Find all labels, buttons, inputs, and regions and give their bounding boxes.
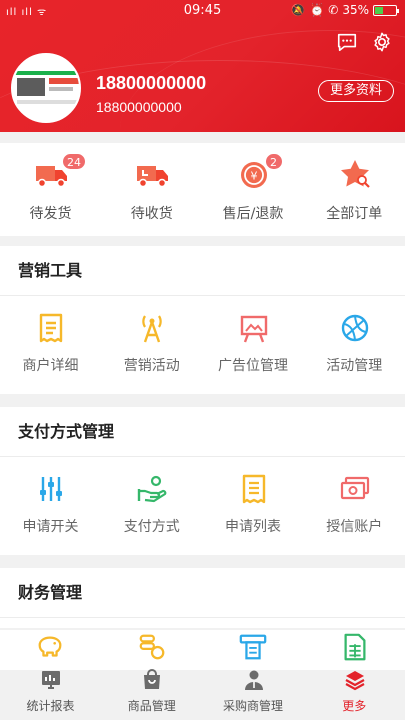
svg-text:¥: ¥ bbox=[250, 170, 257, 183]
document-icon bbox=[39, 313, 63, 343]
battery-icon bbox=[373, 4, 399, 16]
order-label: 待发货 bbox=[29, 206, 72, 222]
layers-icon bbox=[345, 671, 365, 691]
billboard-icon bbox=[240, 315, 267, 343]
piggy-bank-icon[interactable] bbox=[35, 632, 65, 662]
order-status-bar: 24 待发货 待收货 ¥ 2 售后/退款 全部订单 bbox=[0, 143, 405, 236]
menu-label: 营销活动 bbox=[123, 358, 180, 374]
user-phone: 18800000000 bbox=[96, 99, 182, 115]
status-bar: ıll ıll ᯤ 09:45 🔕 ⏰ ✆ 35% bbox=[0, 0, 405, 22]
sliders-icon bbox=[40, 477, 62, 501]
basketball-icon bbox=[341, 314, 368, 342]
star-search-icon bbox=[340, 160, 370, 188]
menu-label: 授信账户 bbox=[326, 519, 383, 535]
marketing-section: 营销工具 商户详细 营销活动 广告位管理 活动管理 bbox=[0, 246, 405, 394]
section-title: 财务管理 bbox=[0, 568, 405, 618]
finance-section: 财务管理 bbox=[0, 568, 405, 628]
order-badge: 24 bbox=[62, 153, 86, 170]
menu-marketing-activity[interactable]: 营销活动 bbox=[101, 296, 202, 394]
message-icon[interactable] bbox=[336, 31, 358, 53]
battery-percent: 35% bbox=[342, 3, 369, 17]
person-icon bbox=[244, 670, 263, 690]
order-refund[interactable]: ¥ 2 售后/退款 bbox=[203, 143, 304, 236]
report-icon bbox=[42, 671, 60, 689]
cash-icon bbox=[340, 476, 369, 500]
username: 18800000000 bbox=[96, 73, 207, 93]
status-icons: 🔕 ⏰ ✆ bbox=[290, 3, 339, 17]
tab-buyers[interactable]: 采购商管理 bbox=[203, 664, 304, 720]
menu-apply-list[interactable]: 申请列表 bbox=[203, 457, 304, 555]
order-label: 售后/退款 bbox=[222, 206, 284, 222]
order-all[interactable]: 全部订单 bbox=[304, 143, 405, 236]
order-badge: 2 bbox=[264, 153, 283, 170]
menu-label: 活动管理 bbox=[326, 358, 383, 374]
section-title: 营销工具 bbox=[0, 246, 405, 296]
menu-apply-switch[interactable]: 申请开关 bbox=[0, 457, 101, 555]
coins-icon[interactable] bbox=[137, 632, 167, 662]
tab-label: 商品管理 bbox=[127, 699, 176, 713]
bottom-navigation: 统计报表 商品管理 采购商管理 更多 bbox=[0, 664, 405, 720]
menu-label: 申请列表 bbox=[225, 519, 281, 535]
menu-label: 广告位管理 bbox=[218, 358, 288, 374]
atm-icon[interactable] bbox=[238, 632, 268, 662]
menu-credit-account[interactable]: 授信账户 bbox=[304, 457, 405, 555]
tab-products[interactable]: 商品管理 bbox=[101, 664, 202, 720]
tab-more[interactable]: 更多 bbox=[304, 664, 405, 720]
avatar[interactable] bbox=[11, 53, 81, 123]
spreadsheet-icon[interactable] bbox=[340, 632, 370, 662]
signal-tower-icon bbox=[142, 315, 162, 343]
tab-statistics[interactable]: 统计报表 bbox=[0, 664, 101, 720]
menu-label: 支付方式 bbox=[123, 519, 180, 535]
tab-label: 统计报表 bbox=[26, 699, 75, 713]
status-right: 🔕 ⏰ ✆ 35% bbox=[290, 3, 399, 17]
tab-label: 采购商管理 bbox=[222, 699, 283, 713]
menu-merchant-detail[interactable]: 商户详细 bbox=[0, 296, 101, 394]
bag-icon bbox=[144, 669, 161, 689]
menu-activity-manage[interactable]: 活动管理 bbox=[304, 296, 405, 394]
menu-payment-method[interactable]: 支付方式 bbox=[101, 457, 202, 555]
receipt-icon bbox=[242, 474, 265, 504]
order-label: 全部订单 bbox=[326, 206, 383, 222]
delivery-truck-icon bbox=[137, 166, 169, 188]
hand-coin-icon bbox=[138, 475, 167, 503]
gear-icon[interactable] bbox=[371, 31, 393, 53]
menu-ad-slot[interactable]: 广告位管理 bbox=[203, 296, 304, 394]
order-pending-receive[interactable]: 待收货 bbox=[101, 143, 202, 236]
menu-label: 商户详细 bbox=[22, 358, 79, 374]
section-title: 支付方式管理 bbox=[0, 407, 405, 457]
more-info-button[interactable]: 更多资料 bbox=[318, 80, 394, 102]
tab-label: 更多 bbox=[342, 699, 367, 713]
order-label: 待收货 bbox=[130, 206, 173, 222]
profile-header: ıll ıll ᯤ 09:45 🔕 ⏰ ✆ 35% 18800000000 18… bbox=[0, 0, 405, 132]
payment-section: 支付方式管理 申请开关 支付方式 申请列表 授信账户 bbox=[0, 407, 405, 555]
order-pending-ship[interactable]: 24 待发货 bbox=[0, 143, 101, 236]
menu-label: 申请开关 bbox=[22, 519, 79, 535]
